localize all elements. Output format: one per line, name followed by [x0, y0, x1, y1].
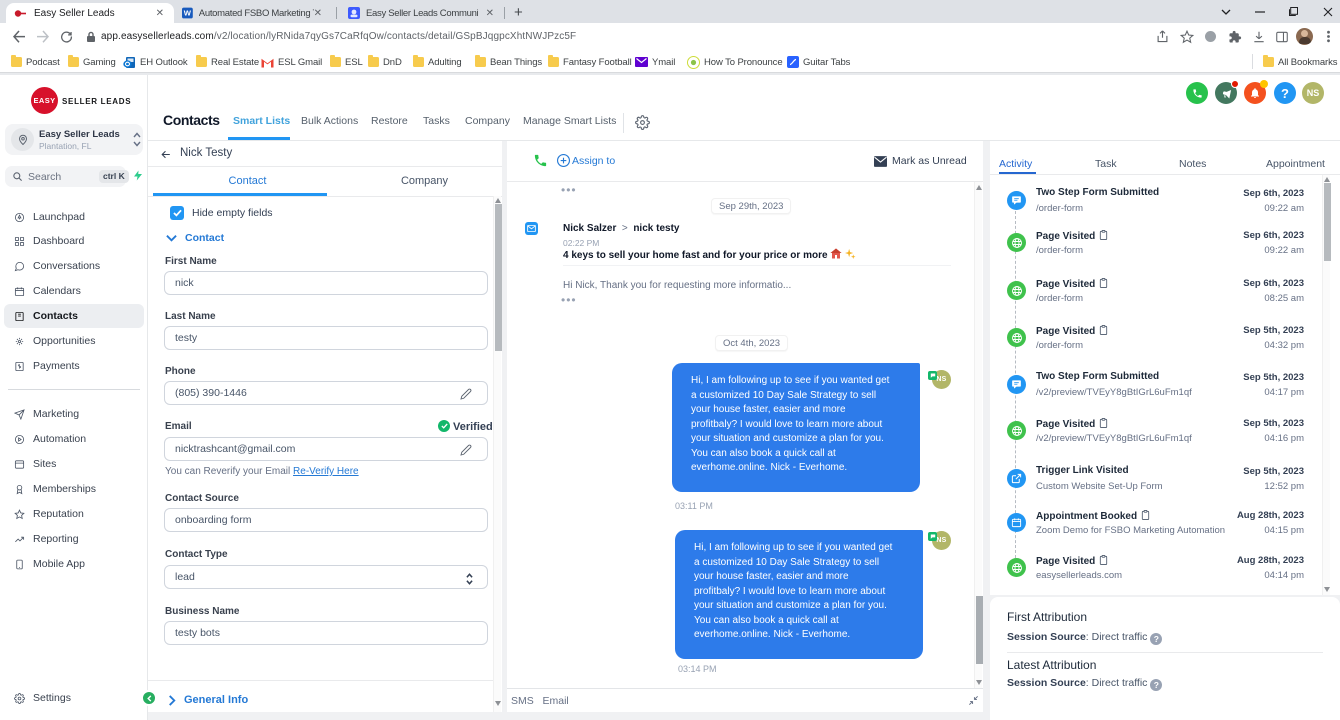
svg-text:W: W: [184, 9, 192, 18]
